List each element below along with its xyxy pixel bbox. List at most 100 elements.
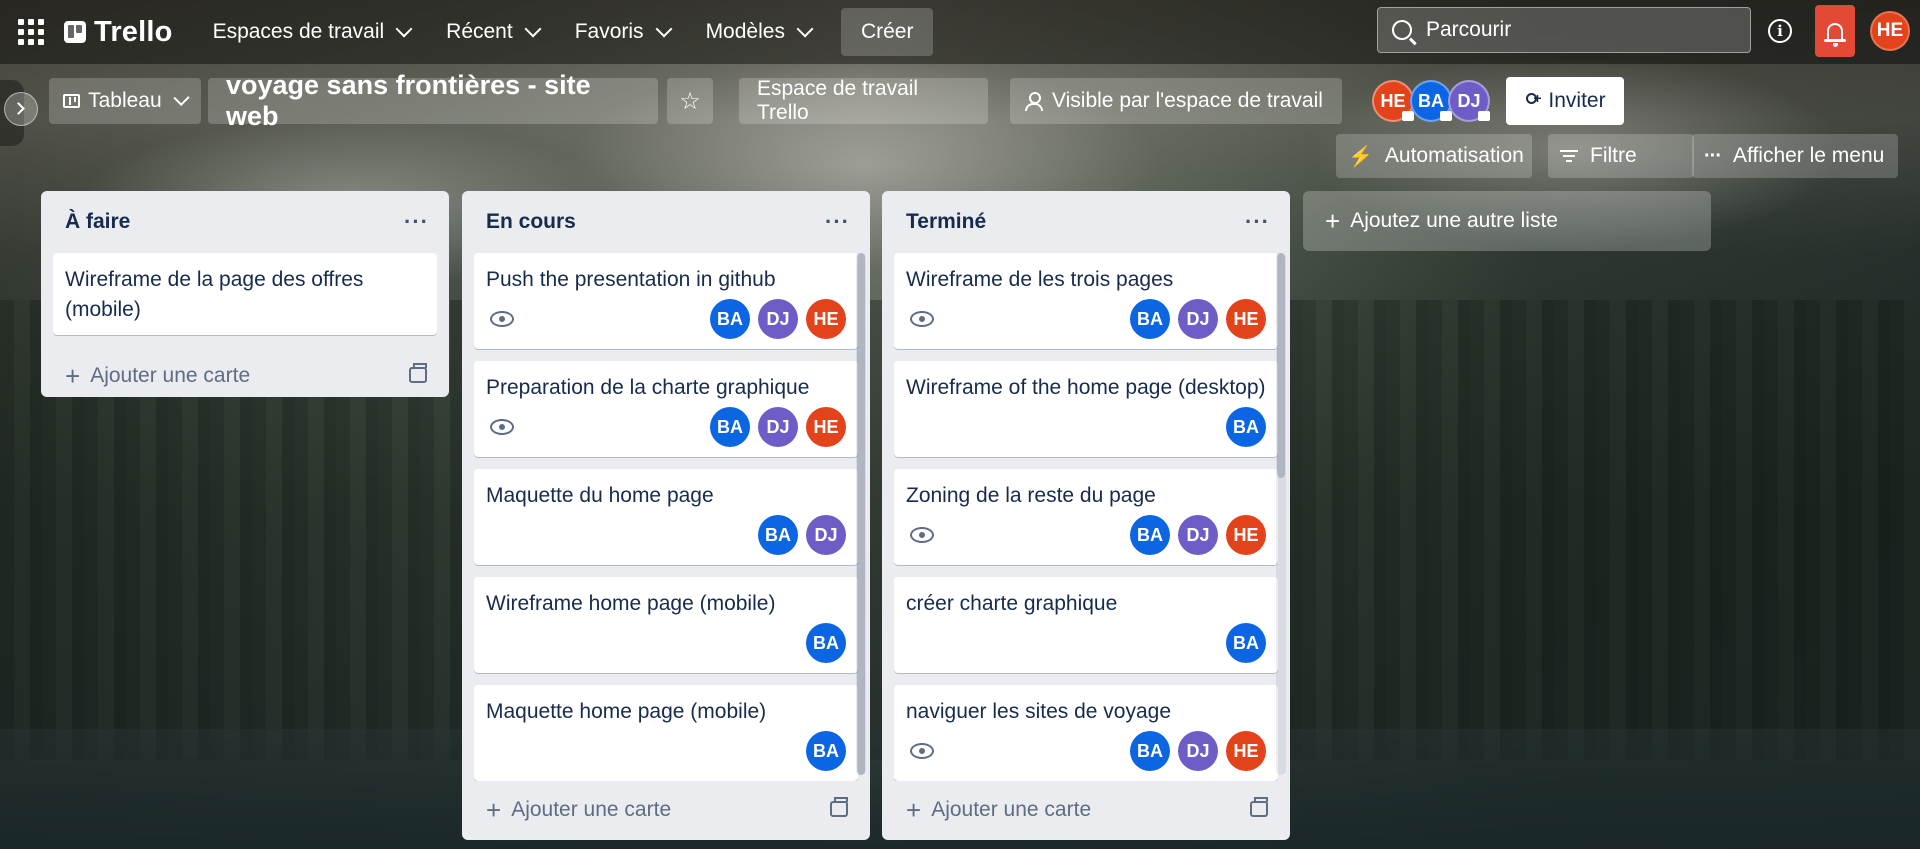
info-icon[interactable]: i (1768, 19, 1792, 43)
card[interactable]: Zoning de la reste du page BA DJ HE (894, 469, 1278, 565)
card-member-avatar[interactable]: BA (710, 299, 750, 339)
board-view-switcher[interactable]: Tableau (49, 78, 201, 124)
list: Terminé ··· Wireframe de les trois pages… (882, 191, 1290, 840)
card-member-avatar[interactable]: DJ (1178, 299, 1218, 339)
trello-logo[interactable]: Trello (64, 16, 173, 49)
filter-button[interactable]: Filtre (1548, 134, 1694, 178)
board-members: HE BA DJ (1372, 80, 1490, 122)
eye-icon (490, 419, 514, 435)
workspace-button[interactable]: Espace de travail Trello (739, 77, 988, 124)
show-menu-button[interactable]: ··· Afficher le menu (1692, 134, 1898, 178)
chevron-right-icon (4, 92, 38, 126)
visibility-button[interactable]: Visible par l'espace de travail (1010, 78, 1342, 124)
board-title[interactable]: voyage sans frontières - site web (208, 70, 658, 131)
nav-workspaces-label: Espaces de travail (212, 20, 385, 43)
list-header[interactable]: En cours ··· (462, 191, 870, 253)
more-icon: ··· (1704, 144, 1722, 167)
card[interactable]: Maquette du home page BA DJ (474, 469, 858, 565)
card[interactable]: Wireframe de les trois pages BA DJ HE (894, 253, 1278, 349)
card-title: Push the presentation in github (486, 268, 776, 291)
member-avatar[interactable]: BA (1410, 80, 1452, 122)
star-board-button[interactable]: ☆ (667, 78, 713, 124)
card-title: créer charte graphique (906, 592, 1118, 615)
card-title: Zoning de la reste du page (906, 484, 1156, 507)
visibility-label: Visible par l'espace de travail (1052, 89, 1323, 112)
card-member-avatar[interactable]: BA (1130, 731, 1170, 771)
member-avatar[interactable]: HE (1372, 80, 1414, 122)
card-member-avatar[interactable]: BA (1226, 407, 1266, 447)
card-member-avatar[interactable]: BA (1130, 299, 1170, 339)
list-header[interactable]: Terminé ··· (882, 191, 1290, 253)
card-member-avatar[interactable]: HE (1226, 299, 1266, 339)
list-menu-icon[interactable]: ··· (1245, 209, 1270, 235)
add-card-button[interactable]: + Ajouter une carte (462, 781, 870, 839)
card-member-avatar[interactable]: DJ (758, 407, 798, 447)
card-member-avatar[interactable]: BA (1226, 623, 1266, 663)
card-member-avatar[interactable]: HE (806, 407, 846, 447)
card-member-avatar[interactable]: HE (1226, 515, 1266, 555)
list-menu-icon[interactable]: ··· (825, 209, 850, 235)
card[interactable]: Wireframe de la page des offres (mobile) (53, 253, 437, 335)
card-member-avatar[interactable]: BA (806, 731, 846, 771)
card-member-avatar[interactable]: HE (806, 299, 846, 339)
add-person-icon (1524, 90, 1542, 109)
nav-workspaces[interactable]: Espaces de travail (195, 8, 429, 56)
member-initials: BA (1418, 90, 1444, 111)
card[interactable]: Wireframe home page (mobile) BA (474, 577, 858, 673)
list-title: Terminé (906, 210, 987, 233)
sidebar-toggle[interactable] (0, 80, 38, 146)
scrollbar-thumb[interactable] (857, 253, 865, 775)
eye-icon (490, 311, 514, 327)
card-title: Wireframe of the home page (desktop) (906, 376, 1266, 399)
add-card-button[interactable]: + Ajouter une carte (882, 781, 1290, 839)
list-scrollbar[interactable] (856, 253, 866, 775)
card-template-icon[interactable] (830, 797, 848, 817)
search-input[interactable]: Parcourir (1377, 7, 1751, 53)
list-menu-icon[interactable]: ··· (404, 209, 429, 235)
nav-favorites[interactable]: Favoris (557, 8, 688, 56)
add-list-button[interactable]: + Ajoutez une autre liste (1303, 191, 1711, 251)
nav-recent[interactable]: Récent (428, 8, 557, 56)
card-title: Wireframe de les trois pages (906, 268, 1174, 291)
card-member-avatar[interactable]: BA (758, 515, 798, 555)
card[interactable]: créer charte graphique BA (894, 577, 1278, 673)
member-avatar[interactable]: DJ (1448, 80, 1490, 122)
card[interactable]: Maquette home page (mobile) BA (474, 685, 858, 781)
card-member-avatar[interactable]: BA (806, 623, 846, 663)
nav-templates[interactable]: Modèles (688, 8, 829, 56)
apps-grid-icon[interactable] (18, 19, 44, 45)
workspace-member-badge-icon (1478, 111, 1490, 121)
card-template-icon[interactable] (1250, 797, 1268, 817)
list-scrollbar[interactable] (1276, 253, 1286, 775)
logo-text: Trello (94, 15, 173, 48)
plus-icon: + (65, 360, 81, 391)
scrollbar-thumb[interactable] (1277, 253, 1285, 478)
workspace-member-badge-icon (1402, 111, 1414, 121)
board-view-label: Tableau (88, 89, 162, 112)
automation-label: Automatisation (1384, 144, 1524, 167)
card-member-avatar[interactable]: DJ (806, 515, 846, 555)
notifications-button[interactable] (1815, 5, 1855, 57)
card-template-icon[interactable] (409, 363, 427, 383)
card-member-avatar[interactable]: BA (710, 407, 750, 447)
list-header[interactable]: À faire ··· (41, 191, 449, 253)
card-member-avatar[interactable]: BA (1130, 515, 1170, 555)
card[interactable]: Preparation de la charte graphique BA DJ… (474, 361, 858, 457)
automation-button[interactable]: ⚡ Automatisation (1336, 134, 1532, 178)
add-list-label: Ajoutez une autre liste (1350, 209, 1558, 232)
card[interactable]: Push the presentation in github BA DJ HE (474, 253, 858, 349)
add-card-button[interactable]: + Ajouter une carte (41, 347, 449, 405)
card-member-avatar[interactable]: HE (1226, 731, 1266, 771)
show-menu-label: Afficher le menu (1732, 144, 1885, 167)
card-member-avatar[interactable]: DJ (1178, 731, 1218, 771)
add-card-label: Ajouter une carte (931, 798, 1092, 821)
card-member-avatar[interactable]: DJ (758, 299, 798, 339)
invite-button[interactable]: Inviter (1506, 77, 1624, 125)
workspace-member-badge-icon (1440, 111, 1452, 121)
user-avatar[interactable]: HE (1870, 11, 1910, 51)
create-button[interactable]: Créer (840, 8, 934, 56)
list-title: En cours (486, 210, 576, 233)
card-member-avatar[interactable]: DJ (1178, 515, 1218, 555)
card[interactable]: naviguer les sites de voyage BA DJ HE (894, 685, 1278, 781)
card[interactable]: Wireframe of the home page (desktop) BA (894, 361, 1278, 457)
